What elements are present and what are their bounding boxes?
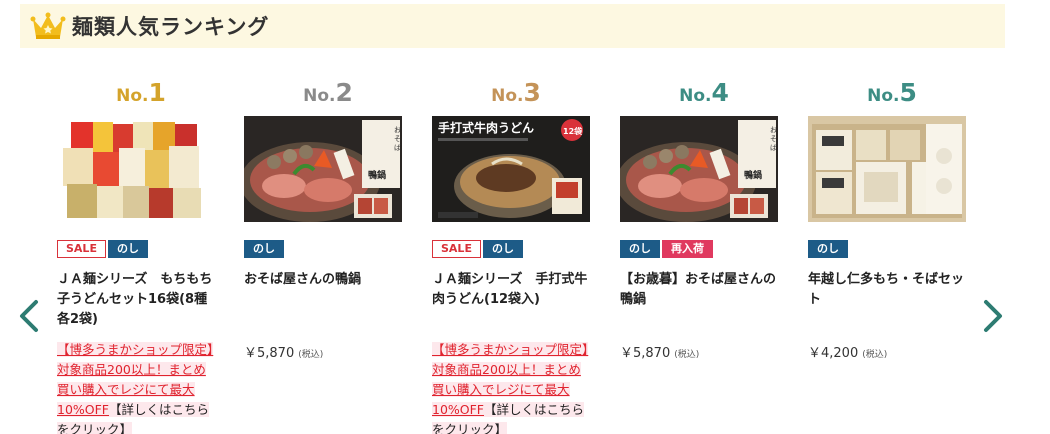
noshi-badge: のし bbox=[107, 240, 148, 258]
price-value: ￥5,870 bbox=[244, 346, 295, 361]
sale-badge: SALE bbox=[432, 240, 481, 258]
badge-group: SALE のし bbox=[57, 240, 148, 258]
product-name[interactable]: 【お歳暮】おそば屋さんの鴨鍋 bbox=[620, 270, 782, 310]
product-card-1[interactable]: No.1 SALE のし ＪＡ麺シリーズ もちもち子うどんセット16袋(8種各2… bbox=[57, 78, 225, 434]
svg-text:そ: そ bbox=[394, 135, 401, 143]
product-card-5[interactable]: No.5 のし 年越し仁多もち・そばセット ￥4,200 (税込) bbox=[808, 78, 976, 361]
badge-group: のし bbox=[244, 240, 284, 258]
price-value: ￥5,870 bbox=[620, 346, 671, 361]
ranking-title: 麺類人気ランキング bbox=[72, 15, 270, 39]
svg-text:そ: そ bbox=[770, 135, 777, 143]
tax-label: (税込) bbox=[862, 350, 888, 360]
product-card-4[interactable]: No.4 お そ ば 鴨鍋 のし 再入荷 【お歳暮】おそば屋さんの鴨鍋 ￥5,8… bbox=[620, 78, 788, 361]
badge-group: SALE のし bbox=[432, 240, 523, 258]
noshi-badge: のし bbox=[808, 240, 848, 258]
product-name[interactable]: 年越し仁多もち・そばセット bbox=[808, 270, 970, 310]
rank-label: No.5 bbox=[867, 78, 917, 107]
product-price: ￥5,870 (税込) bbox=[244, 342, 323, 361]
product-image[interactable]: お そ ば 鴨鍋 bbox=[620, 116, 778, 222]
tax-label: (税込) bbox=[674, 350, 700, 360]
promo-link[interactable]: 【博多うまかショップ限定】対象商品200以上！まとめ買い購入でレジにて最大10%… bbox=[57, 340, 217, 434]
chevron-left-icon bbox=[20, 300, 38, 332]
badge-group: のし bbox=[808, 240, 848, 258]
rank-label: No.2 bbox=[303, 78, 353, 107]
product-card-3[interactable]: No.3 手打式牛肉うどん 12袋 SALE のし ＪＡ麺シリーズ 手打式牛肉う… bbox=[432, 78, 600, 434]
rank-label: No.4 bbox=[679, 78, 729, 107]
product-image[interactable]: 手打式牛肉うどん 12袋 bbox=[432, 116, 590, 222]
svg-text:ば: ば bbox=[394, 143, 401, 152]
ranking-header: 麺類人気ランキング bbox=[20, 4, 1005, 48]
image-title: 手打式牛肉うどん bbox=[438, 120, 534, 135]
image-count: 12袋 bbox=[563, 126, 583, 136]
carousel-next-button[interactable] bbox=[978, 296, 1008, 336]
svg-text:ば: ば bbox=[770, 143, 777, 152]
product-price: ￥5,870 (税込) bbox=[620, 342, 699, 361]
chevron-right-icon bbox=[984, 300, 1002, 332]
svg-text:お: お bbox=[394, 126, 401, 134]
badge-group: のし 再入荷 bbox=[620, 240, 713, 258]
price-value: ￥4,200 bbox=[808, 346, 859, 361]
restock-badge: 再入荷 bbox=[662, 240, 713, 258]
carousel-prev-button[interactable] bbox=[14, 296, 44, 336]
noshi-badge: のし bbox=[620, 240, 660, 258]
product-name[interactable]: ＪＡ麺シリーズ もちもち子うどんセット16袋(8種各2袋) bbox=[57, 270, 219, 330]
rank-label: No.3 bbox=[491, 78, 541, 107]
noshi-badge: のし bbox=[482, 240, 523, 258]
svg-text:お: お bbox=[770, 126, 777, 134]
product-image[interactable]: お そ ば 鴨鍋 bbox=[244, 116, 402, 222]
rank-label: No.1 bbox=[116, 78, 166, 107]
product-image[interactable] bbox=[57, 116, 215, 222]
product-name[interactable]: ＪＡ麺シリーズ 手打式牛肉うどん(12袋入) bbox=[432, 270, 594, 310]
noshi-badge: のし bbox=[244, 240, 284, 258]
svg-text:鴨鍋: 鴨鍋 bbox=[368, 169, 386, 181]
product-image[interactable] bbox=[808, 116, 966, 222]
tax-label: (税込) bbox=[298, 350, 324, 360]
product-price: ￥4,200 (税込) bbox=[808, 342, 887, 361]
crown-icon bbox=[30, 12, 66, 39]
promo-link[interactable]: 【博多うまかショップ限定】対象商品200以上！まとめ買い購入でレジにて最大10%… bbox=[432, 340, 592, 434]
product-card-2[interactable]: No.2 お そ ば 鴨鍋 のし おそば屋さんの鴨鍋 ￥5,870 (税込) bbox=[244, 78, 412, 361]
sale-badge: SALE bbox=[57, 240, 106, 258]
svg-text:鴨鍋: 鴨鍋 bbox=[744, 169, 762, 181]
product-name[interactable]: おそば屋さんの鴨鍋 bbox=[244, 270, 406, 290]
